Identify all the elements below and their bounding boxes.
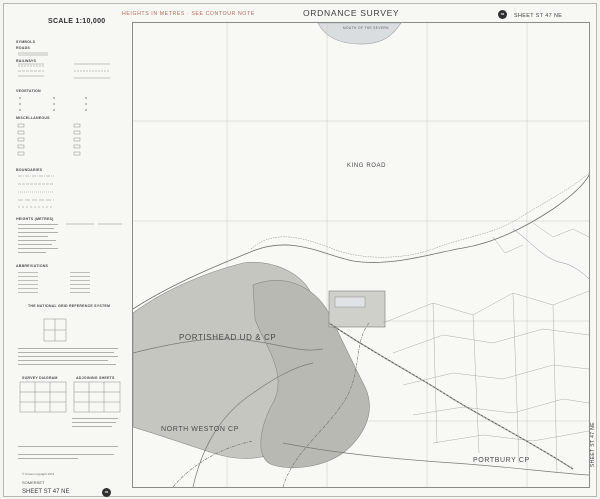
sea-label: KING ROAD — [347, 163, 387, 169]
copyright-note: © Crown copyright 1974 — [22, 472, 55, 476]
os-logo-text: OS — [500, 13, 505, 16]
map-drawing — [133, 23, 589, 487]
place-label-north-weston: NORTH WESTON CP — [161, 426, 239, 433]
county-name: SOMERSET — [22, 480, 45, 485]
estuary-label: MOUTH OF THE SEVERN — [343, 26, 389, 30]
map-area[interactable]: MOUTH OF THE SEVERN KING ROAD PORTISHEAD… — [132, 22, 590, 488]
place-label-portishead: PORTISHEAD UD & CP — [179, 333, 277, 342]
os-logo-bottom: OS — [102, 488, 111, 497]
os-logo-top: OS — [498, 10, 507, 19]
legend-symbols — [17, 52, 122, 459]
legend-panel: SCALE 1:10,000 SYMBOLS ROADS RAILWAYS VE… — [14, 14, 124, 497]
os-logo-text: OS — [104, 491, 109, 494]
sheet-number-top: SHEET ST 47 NE — [514, 13, 563, 19]
sheet-number-side: SHEET ST 47 NE — [590, 422, 596, 468]
map-sheet: HEIGHTS IN METRES · SEE CONTOUR NOTE ORD… — [3, 3, 597, 497]
sheet-number-bottom: SHEET ST 47 NE — [22, 489, 70, 495]
place-label-portbury: PORTBURY CP — [473, 457, 530, 464]
map-title: ORDNANCE SURVEY — [303, 8, 400, 18]
heights-note: HEIGHTS IN METRES · SEE CONTOUR NOTE — [122, 11, 255, 17]
